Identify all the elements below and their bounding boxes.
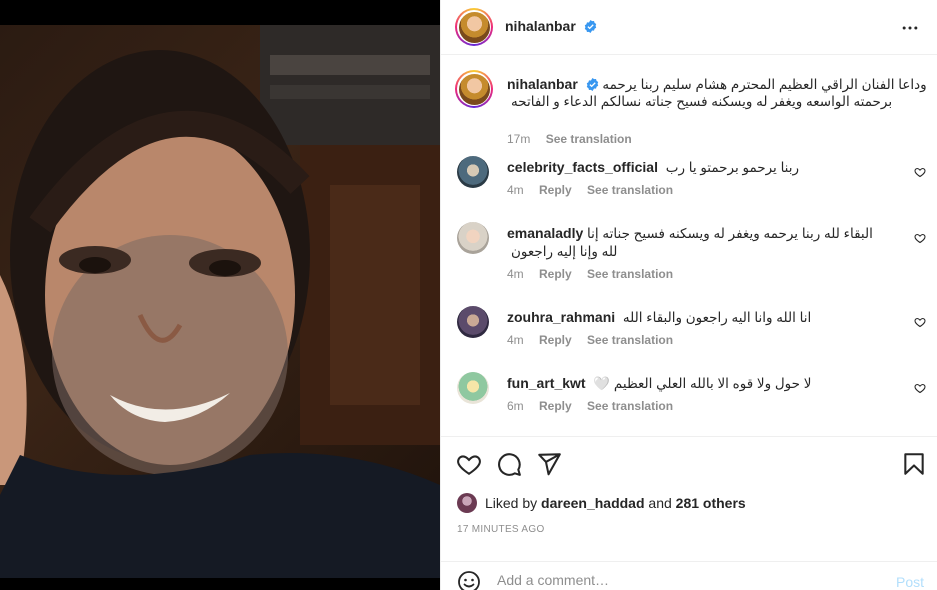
likes-summary: Liked by dareen_haddad and 281 others [457, 493, 746, 513]
commenter-avatar[interactable] [457, 222, 489, 254]
reply-button[interactable]: Reply [539, 183, 572, 197]
comment-text-block: emanaladly البقاء لله ربنا يرحمه ويغفر ل… [507, 224, 887, 261]
verified-icon [585, 20, 597, 33]
comment-text-block: celebrity_facts_official ربنا يرحمو برحم… [507, 158, 887, 177]
bookmark-icon[interactable] [901, 451, 927, 477]
commenter-username[interactable]: celebrity_facts_official [507, 159, 658, 175]
comment-meta: 4m Reply See translation [507, 183, 685, 197]
author-avatar[interactable] [455, 8, 493, 46]
add-comment-bar: Post [441, 561, 937, 590]
post-photo-pane [0, 0, 440, 590]
caption-see-translation[interactable]: See translation [546, 132, 632, 146]
comment-body: لا حول ولا قوه الا بالله العلي العظيم 🤍 [593, 376, 812, 391]
comment-time[interactable]: 6m [507, 399, 524, 413]
post-header: nihalanbar [441, 0, 937, 55]
share-icon[interactable] [536, 451, 562, 477]
post-image[interactable] [0, 25, 440, 578]
commenter-username[interactable]: fun_art_kwt [507, 375, 586, 391]
reply-button[interactable]: Reply [539, 399, 572, 413]
emoji-icon[interactable] [457, 570, 481, 590]
caption-avatar[interactable] [455, 70, 493, 108]
reply-button[interactable]: Reply [539, 333, 572, 347]
author-username[interactable]: nihalanbar [505, 18, 576, 34]
liker-avatar[interactable] [457, 493, 477, 513]
post-side-panel: nihalanbar nihalanbar وداعا الفنان الراق… [440, 0, 937, 590]
comment-meta: 6m Reply See translation [507, 399, 685, 413]
commenter-avatar[interactable] [457, 372, 489, 404]
see-translation-button[interactable]: See translation [587, 399, 673, 413]
heart-icon[interactable] [456, 451, 482, 477]
comment-input[interactable] [497, 572, 857, 588]
comment-time[interactable]: 4m [507, 267, 524, 281]
comment-time[interactable]: 4m [507, 183, 524, 197]
caption-meta: 17m See translation [507, 132, 644, 146]
caption-username[interactable]: nihalanbar [507, 76, 578, 92]
comment-like-heart-icon[interactable] [914, 382, 926, 394]
comments-section[interactable]: nihalanbar وداعا الفنان الراقي العظيم ال… [441, 56, 937, 436]
comment-icon[interactable] [496, 451, 522, 477]
commenter-avatar[interactable] [457, 156, 489, 188]
caption-text-block: nihalanbar وداعا الفنان الراقي العظيم ال… [507, 76, 927, 110]
caption-time[interactable]: 17m [507, 132, 530, 146]
commenter-username[interactable]: zouhra_rahmani [507, 309, 615, 325]
comment-like-heart-icon[interactable] [914, 316, 926, 328]
comment-body: ربنا يرحمو برحمتو يا رب [665, 160, 800, 175]
see-translation-button[interactable]: See translation [587, 267, 673, 281]
post-actions: Liked by dareen_haddad and 281 others 17… [441, 436, 937, 590]
comment-body: انا الله وانا اليه راجعون والبقاء الله [622, 310, 812, 325]
verified-icon [586, 78, 598, 91]
comment-meta: 4m Reply See translation [507, 333, 685, 347]
commenter-avatar[interactable] [457, 306, 489, 338]
more-icon[interactable] [900, 18, 920, 38]
liked-by-prefix: Liked by [485, 495, 538, 511]
reply-button[interactable]: Reply [539, 267, 572, 281]
commenter-username[interactable]: emanaladly [507, 225, 583, 241]
liked-by-and: and [648, 495, 672, 511]
see-translation-button[interactable]: See translation [587, 333, 673, 347]
portrait-illustration [0, 25, 440, 578]
liked-by-user[interactable]: dareen_haddad [541, 495, 644, 511]
see-translation-button[interactable]: See translation [587, 183, 673, 197]
comment-text-block: fun_art_kwt لا حول ولا قوه الا بالله الع… [507, 374, 887, 393]
post-button[interactable]: Post [896, 574, 924, 590]
comment-meta: 4m Reply See translation [507, 267, 685, 281]
comment-time[interactable]: 4m [507, 333, 524, 347]
comment-like-heart-icon[interactable] [914, 166, 926, 178]
comment-like-heart-icon[interactable] [914, 232, 926, 244]
comment-text-block: zouhra_rahmani انا الله وانا اليه راجعون… [507, 308, 887, 327]
post-timestamp[interactable]: 17 MINUTES AGO [457, 524, 545, 535]
liked-by-others[interactable]: 281 others [676, 495, 746, 511]
